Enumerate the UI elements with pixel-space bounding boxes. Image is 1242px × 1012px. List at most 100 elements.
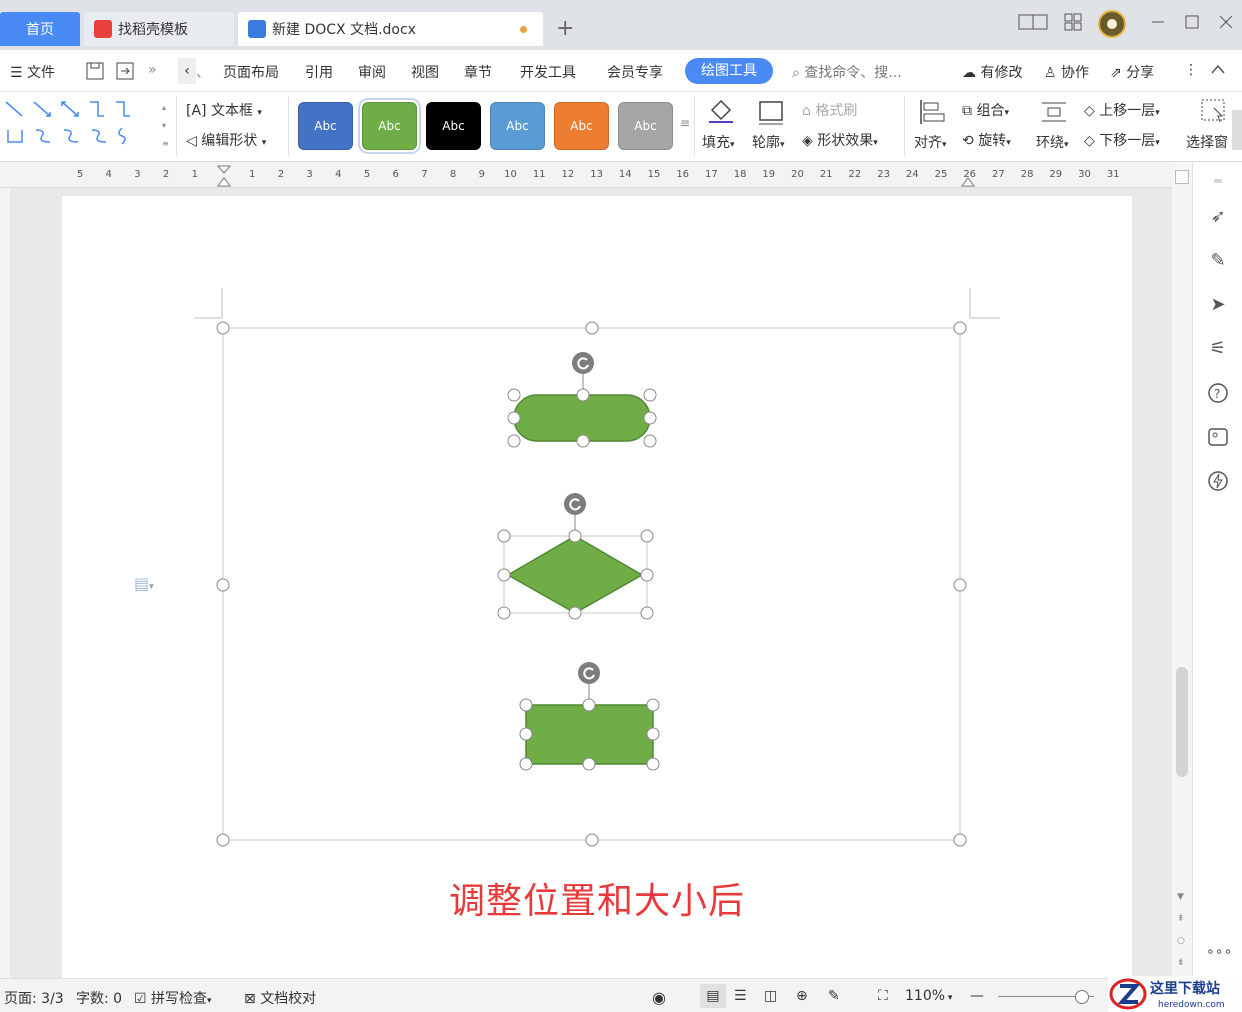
shape-resize-handle[interactable] [640,529,654,543]
shape-resize-handle[interactable] [643,411,657,425]
maximize-icon[interactable] [1184,12,1200,36]
canvas-resize-handle[interactable] [585,833,599,847]
edit-shape-button[interactable]: ◁ 编辑形状 ▾ [186,130,266,150]
menu-drawing-tools[interactable]: 绘图工具 [685,58,773,84]
select-pane-button[interactable]: 选择窗 [1186,132,1228,152]
line-shapes-gallery[interactable]: ▴ ▾ ≡ [2,96,174,154]
shape-resize-handle[interactable] [576,434,590,448]
rotate-handle-icon[interactable] [578,662,600,684]
help-icon[interactable]: ? [1206,382,1230,406]
right-indent-marker-icon[interactable] [960,164,976,188]
shape-resize-handle[interactable] [582,757,596,771]
scroll-down-icon[interactable]: ▼ [1177,892,1184,902]
page-view-icon[interactable]: ▤ [700,984,726,1008]
paragraph-option-icon[interactable]: ▤▾ [134,574,154,593]
select-browse-icon[interactable]: ○ [1177,936,1185,946]
proofread-button[interactable]: ⊠ 文档校对 [244,988,316,1008]
minimize-icon[interactable] [1150,12,1166,36]
shape-resize-handle[interactable] [519,698,533,712]
shape-resize-handle[interactable] [640,568,654,582]
cursor-icon[interactable]: ➤ [1206,294,1230,318]
canvas-resize-handle[interactable] [216,578,230,592]
image-tool-icon[interactable] [1206,426,1230,450]
shape-resize-handle[interactable] [519,757,533,771]
shape-style-orange[interactable]: Abc [554,102,609,150]
shape-resize-handle[interactable] [646,727,660,741]
tab-template[interactable]: 找稻壳模板 [84,12,234,46]
shape-resize-handle[interactable] [582,698,596,712]
tab-home[interactable]: 首页 [0,12,80,46]
shape-style-light-blue[interactable]: Abc [490,102,545,150]
canvas-resize-handle[interactable] [216,321,230,335]
decision-shape[interactable] [503,535,648,614]
lightning-icon[interactable] [1206,470,1230,494]
styles-more-icon[interactable]: ≡ [680,116,690,130]
layout-toggle-icon[interactable] [1018,12,1048,36]
zoom-slider-handle[interactable] [1075,990,1089,1004]
shape-resize-handle[interactable] [646,757,660,771]
textbox-button[interactable]: [A] 文本框 ▾ [186,100,262,120]
shape-resize-handle[interactable] [507,411,521,425]
menu-review[interactable]: 审阅 [358,62,386,82]
group-button[interactable]: ⧉ 组合▾ [962,100,1009,120]
scroll-left-icon[interactable]: ‹ [178,58,196,84]
fit-page-icon[interactable]: ⛶ [878,988,888,1004]
shape-resize-handle[interactable] [519,727,533,741]
collab-button[interactable]: ♙ 协作 [1044,62,1089,82]
align-button[interactable]: 对齐▾ [914,132,947,152]
tab-document[interactable]: 新建 DOCX 文档.docx [238,12,543,46]
shape-style-green[interactable]: Abc [358,98,421,154]
more-options-icon[interactable]: ∘∘∘ [1206,944,1232,968]
spell-check-button[interactable]: ☑ 拼写检查▾ [134,988,212,1008]
menu-file[interactable]: ☰ 文件 [10,62,55,82]
outline-button[interactable]: 轮廓▾ [752,132,785,152]
menu-references[interactable]: 引用 [305,62,333,82]
web-view-icon[interactable]: ⊕ [796,988,808,1004]
canvas-resize-handle[interactable] [585,321,599,335]
save-icon[interactable] [86,62,104,84]
rocket-icon[interactable]: ➶ [1206,206,1230,230]
collapse-ribbon-icon[interactable] [1210,62,1226,80]
fill-button[interactable]: 填充▾ [702,132,735,152]
canvas-resize-handle[interactable] [953,833,967,847]
modified-button[interactable]: ☁ 有修改 [962,62,1022,82]
drawing-canvas[interactable] [62,196,1132,978]
menu-view[interactable]: 视图 [411,62,439,82]
pen-icon[interactable]: ✎ [1206,250,1230,274]
shape-resize-handle[interactable] [643,388,657,402]
rotate-handle-icon[interactable] [564,493,586,515]
document-page[interactable]: 调整位置和大小后 ▤▾ [62,196,1132,978]
canvas-resize-handle[interactable] [216,833,230,847]
outline-view-icon[interactable]: ☰ [734,988,747,1004]
more-vert-icon[interactable]: ⋮ [1184,62,1198,78]
vertical-scrollbar[interactable]: ▼ ⇞ ○ ⇟ [1172,162,1192,978]
send-backward-button[interactable]: ◇ 下移一层▾ [1084,130,1160,150]
left-indent-marker-icon[interactable] [216,164,232,188]
more-chevron-icon[interactable]: » [148,62,157,78]
shape-resize-handle[interactable] [640,606,654,620]
shape-style-blue[interactable]: Abc [298,102,353,150]
menu-page-layout[interactable]: 页面布局 [223,62,279,82]
avatar[interactable] [1098,10,1126,42]
ruler-toggle-icon[interactable] [1175,170,1189,184]
zoom-out-icon[interactable]: — [970,988,984,1004]
canvas-resize-handle[interactable] [953,578,967,592]
scrollbar-thumb[interactable] [1176,667,1188,777]
shape-resize-handle[interactable] [497,568,511,582]
terminator-shape[interactable] [513,394,651,442]
new-tab-plus-icon[interactable]: + [556,18,574,40]
shape-resize-handle[interactable] [497,606,511,620]
shape-effect-button[interactable]: ◈ 形状效果▾ [802,130,878,150]
menu-dev-tools[interactable]: 开发工具 [520,62,576,82]
sliders-icon[interactable]: ⚟ [1206,338,1230,362]
ribbon-scroll-right[interactable] [1232,110,1242,150]
shape-resize-handle[interactable] [643,434,657,448]
next-page-icon[interactable]: ⇟ [1177,958,1185,968]
wrap-button[interactable]: 环绕▾ [1036,132,1069,152]
menu-chapter[interactable]: 章节 [464,62,492,82]
shape-style-black[interactable]: Abc [426,102,481,150]
reading-view-icon[interactable]: ◫ [764,988,777,1004]
shape-resize-handle[interactable] [507,388,521,402]
canvas-resize-handle[interactable] [953,321,967,335]
process-shape[interactable] [525,704,654,765]
